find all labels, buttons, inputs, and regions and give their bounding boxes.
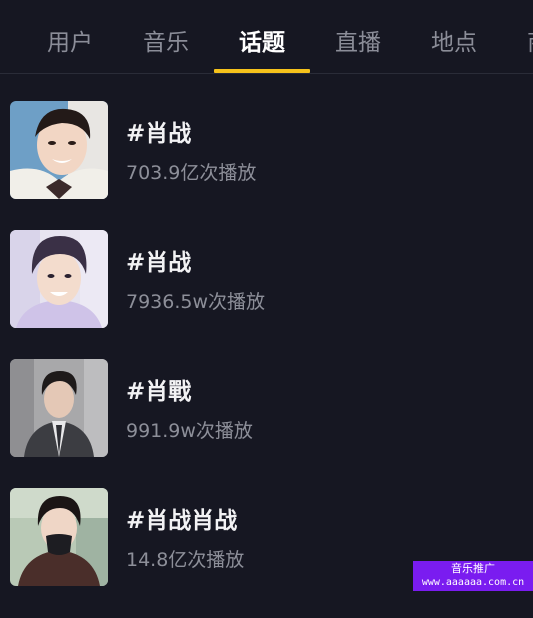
topic-result-row[interactable]: #肖戰 991.9w次播放 bbox=[0, 359, 533, 489]
topic-title: #肖战 bbox=[126, 121, 192, 147]
active-tab-indicator bbox=[214, 69, 310, 73]
topic-play-count: 7936.5w次播放 bbox=[126, 291, 266, 313]
topic-play-count: 703.9亿次播放 bbox=[126, 162, 257, 184]
tab-live[interactable]: 直播 bbox=[335, 28, 381, 58]
topic-title: #肖战肖战 bbox=[126, 508, 238, 534]
topic-thumbnail bbox=[10, 488, 108, 586]
topic-thumbnail bbox=[10, 230, 108, 328]
watermark-title: 音乐推广 bbox=[451, 562, 495, 575]
tab-products[interactable]: 商 bbox=[527, 28, 533, 58]
topic-thumbnail bbox=[10, 101, 108, 199]
topic-result-row[interactable]: #肖战 703.9亿次播放 bbox=[0, 101, 533, 231]
topic-result-row[interactable]: #肖战 7936.5w次播放 bbox=[0, 230, 533, 360]
watermark-badge: 音乐推广 www.aaaaaa.com.cn bbox=[413, 561, 533, 591]
tab-bar: 用户 音乐 话题 直播 地点 商 bbox=[0, 0, 533, 74]
tab-music[interactable]: 音乐 bbox=[143, 28, 189, 58]
topic-title: #肖战 bbox=[126, 250, 192, 276]
topic-title: #肖戰 bbox=[126, 379, 192, 405]
tab-topics[interactable]: 话题 bbox=[239, 28, 285, 58]
tab-places[interactable]: 地点 bbox=[431, 28, 477, 58]
topic-result-row[interactable]: #肖战肖战 14.8亿次播放 bbox=[0, 488, 533, 618]
topic-thumbnail bbox=[10, 359, 108, 457]
watermark-url: www.aaaaaa.com.cn bbox=[421, 577, 525, 588]
topic-play-count: 991.9w次播放 bbox=[126, 420, 253, 442]
tab-users[interactable]: 用户 bbox=[47, 28, 93, 58]
topic-play-count: 14.8亿次播放 bbox=[126, 549, 245, 571]
